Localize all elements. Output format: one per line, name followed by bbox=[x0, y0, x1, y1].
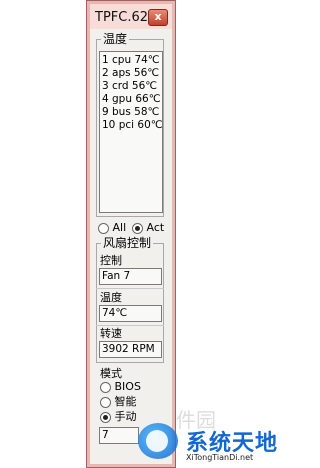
watermark-subtitle: XiTongTianDi.net bbox=[186, 453, 254, 462]
mode-smart-label: 智能 bbox=[114, 395, 137, 408]
fan-temp-field: 74℃ bbox=[99, 305, 162, 322]
app-window: TPFC.62 x 温度 1 cpu 74℃ 2 aps 56℃ 3 crd 5… bbox=[86, 0, 176, 468]
fan-select-field[interactable]: Fan 7 bbox=[99, 268, 162, 285]
manual-value-field[interactable]: 7 bbox=[99, 427, 139, 444]
mode-bios-label: BIOS bbox=[114, 380, 141, 393]
mode-manual-radio[interactable] bbox=[100, 411, 111, 423]
close-button[interactable]: x bbox=[148, 9, 168, 26]
fan-speed-field: 3902 RPM bbox=[99, 341, 162, 358]
temperature-group-legend: 温度 bbox=[101, 32, 130, 46]
watermark-logo-inner-icon bbox=[146, 430, 168, 452]
temperature-line: 9 bus 58℃ bbox=[102, 106, 160, 118]
radio-act-indicator[interactable] bbox=[132, 222, 143, 234]
mode-manual-label: 手动 bbox=[114, 410, 137, 423]
mode-bios-option[interactable]: BIOS bbox=[100, 380, 141, 393]
temperature-line: 3 crd 56℃ bbox=[102, 80, 158, 92]
temperature-line: 2 aps 56℃ bbox=[102, 67, 160, 79]
mode-smart-radio[interactable] bbox=[100, 396, 111, 408]
radio-all-label: All bbox=[112, 221, 127, 234]
radio-act-label: Act bbox=[146, 221, 165, 234]
temperature-line: 1 cpu 74℃ bbox=[102, 54, 160, 66]
mode-bios-radio[interactable] bbox=[100, 381, 111, 393]
divider bbox=[96, 288, 164, 289]
radio-all-indicator[interactable] bbox=[98, 222, 109, 234]
title-bar[interactable]: TPFC.62 x bbox=[90, 4, 172, 29]
temperature-list[interactable]: 1 cpu 74℃ 2 aps 56℃ 3 crd 56℃ 4 gpu 66℃ … bbox=[99, 51, 163, 213]
mode-label: 模式 bbox=[100, 367, 122, 380]
close-icon: x bbox=[154, 10, 162, 23]
temperature-line: 4 gpu 66℃ bbox=[102, 93, 161, 105]
divider bbox=[96, 325, 164, 326]
mode-manual-option[interactable]: 手动 bbox=[100, 410, 137, 423]
temperature-line: 10 pci 60℃ bbox=[102, 119, 163, 131]
fan-temp-label: 温度 bbox=[100, 291, 122, 304]
radio-act[interactable]: Act bbox=[132, 221, 164, 234]
fan-speed-label: 转速 bbox=[100, 327, 122, 340]
radio-all[interactable]: All bbox=[98, 221, 126, 234]
fan-control-legend: 风扇控制 bbox=[101, 236, 154, 250]
window-title: TPFC.62 bbox=[95, 10, 149, 25]
mode-smart-option[interactable]: 智能 bbox=[100, 395, 137, 408]
fan-control-label: 控制 bbox=[100, 254, 122, 267]
